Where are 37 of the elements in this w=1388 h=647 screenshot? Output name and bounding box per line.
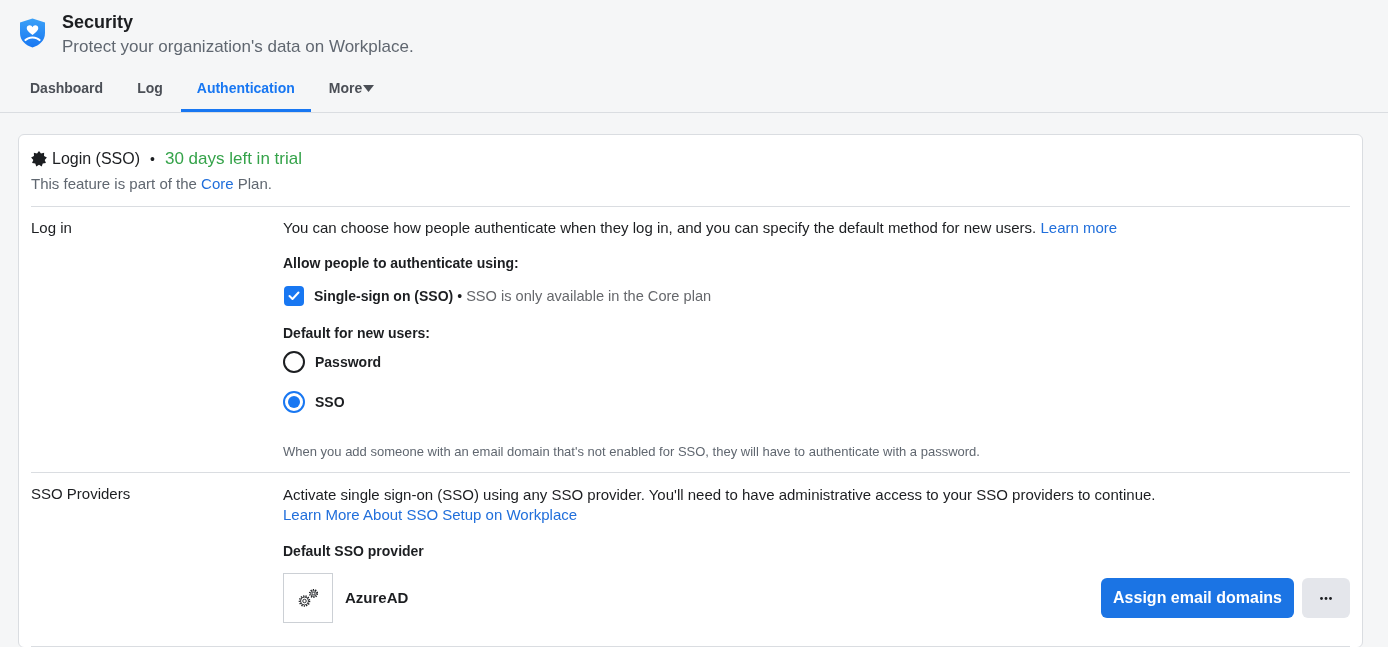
section-label: Log in (31, 219, 73, 238)
section-label: SSO Providers (31, 485, 132, 504)
providers-description: Activate single sign-on (SSO) using any SSO provider. You'll need to have administrative access to your SSO providers to continue. Learn More About SSO Setup on Workplace (283, 485, 1157, 525)
caret-icon (363, 84, 375, 92)
password-footnote: When you add someone with an email domain that's not enabled for SSO, they will have to authenticate with a password. (283, 444, 981, 459)
radio-label: SSO (315, 393, 345, 411)
radio-button[interactable] (283, 391, 305, 413)
sso-setup-link[interactable]: Learn More About SSO Setup on Workplace (283, 506, 578, 523)
default-heading: Default for new users: (283, 324, 432, 342)
tab[interactable]: More (312, 57, 391, 112)
plan-note: This feature is part of the Core Plan. (31, 175, 273, 193)
assign-domains-button[interactable]: Assign email domains (1101, 578, 1294, 618)
availability-note: SSO is only available in the Core plan (466, 287, 712, 305)
tab[interactable]: Dashboard (14, 57, 120, 112)
page-subtitle: Protect your organization's data on Workplace. (62, 37, 414, 57)
radio-button[interactable] (283, 351, 305, 373)
tab[interactable]: Authentication (180, 57, 311, 112)
allow-heading: Allow people to authenticate using: (283, 254, 520, 272)
shield-icon (20, 18, 45, 48)
checkbox[interactable] (284, 286, 304, 306)
trial-status: 30 days left in trial (164, 149, 302, 169)
radio-label: Password (315, 353, 382, 371)
provider-heading: Default SSO provider (283, 542, 425, 560)
more-icon (1320, 596, 1332, 600)
checkbox-label: Single-sign on (SSO) (314, 287, 454, 305)
feature-title: Login (SSO) (52, 149, 141, 169)
login-description: You can choose how people authenticate when they log in, and you can specify the default method for new users. Learn more (283, 219, 1119, 237)
page-title: Security (62, 11, 135, 33)
learn-more-link[interactable]: Learn more (1040, 219, 1118, 236)
bullet-separator: • (150, 150, 155, 169)
provider-name: AzureAD (345, 589, 410, 607)
badge-icon (31, 151, 47, 167)
plan-link[interactable]: Core (201, 175, 234, 192)
tab[interactable]: Log (121, 57, 179, 112)
bullet-separator: • (457, 287, 463, 305)
check-icon (288, 291, 300, 301)
gears-icon (298, 589, 318, 607)
